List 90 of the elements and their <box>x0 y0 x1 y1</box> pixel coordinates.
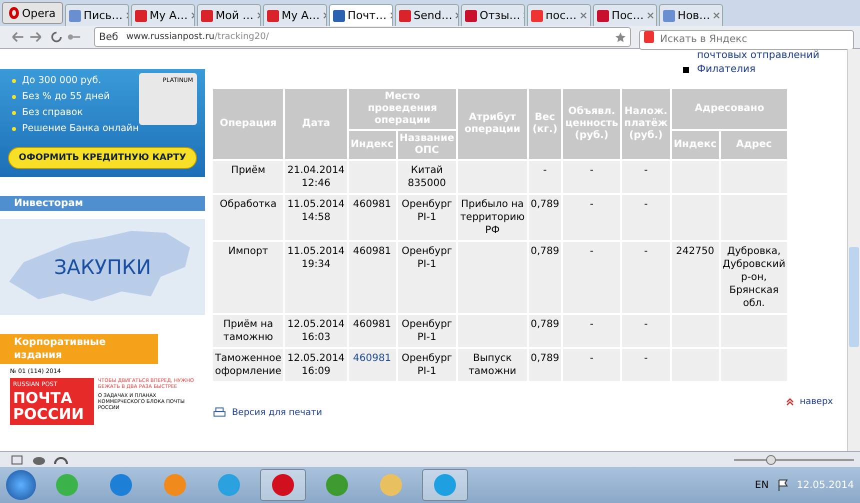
site-icon <box>68 10 81 22</box>
bullet-icon <box>12 111 16 115</box>
table-cell-text: - <box>590 353 594 364</box>
apply-card-button[interactable]: ОФОРМИТЬ КРЕДИТНУЮ КАРТУ <box>8 147 197 169</box>
table-cell-text: Оренбург PI-1 <box>402 246 452 270</box>
opera-logo-icon <box>9 7 19 19</box>
browser-tab[interactable]: Почт… <box>328 4 393 26</box>
browser-tab[interactable]: My A… <box>262 4 327 26</box>
site-icon <box>332 10 345 22</box>
browser-tab[interactable]: Пос… <box>592 4 657 26</box>
banner-bullet: Без справок <box>22 107 83 119</box>
bullet-icon <box>12 79 16 83</box>
table-cell-text: - <box>644 319 648 330</box>
taskbar-app-icon[interactable] <box>422 469 468 501</box>
browser-tab[interactable]: Пись… <box>64 4 129 26</box>
opera-menu-button[interactable]: Opera <box>2 2 63 24</box>
site-icon <box>134 10 147 22</box>
table-cell-text: 460981 <box>353 199 392 210</box>
taskbar-app-icon[interactable] <box>260 469 306 501</box>
table-cell-text: 21.04.2014 12:46 <box>287 165 345 189</box>
search-field[interactable]: Искать в Яндекс <box>639 30 854 50</box>
banner-bullet: Без % до 55 дней <box>22 91 110 103</box>
table-cell-text: - <box>590 246 594 257</box>
table-cell-text: - <box>543 165 547 176</box>
table-cell-text: - <box>590 319 594 330</box>
browser-tab[interactable]: Отзы… <box>460 4 525 26</box>
table-cell-text: 0,789 <box>530 319 560 330</box>
table-cell-text: 460981 <box>353 319 392 330</box>
table-cell-text: Импорт <box>228 246 268 257</box>
table-cell-text: Дубровка, Дубровский р-он, Брянская обл. <box>722 246 786 309</box>
table-cell-text: Прибыло на территорию РФ <box>460 199 525 236</box>
table-cell-text: - <box>644 353 648 364</box>
table-cell-text: - <box>644 246 648 257</box>
flag-icon[interactable] <box>776 479 789 491</box>
nav-link[interactable]: Филателия <box>697 63 756 77</box>
url-text: www.russianpost.ru/tracking20/ <box>126 32 269 42</box>
table-cell-text: 12.05.2014 16:03 <box>287 319 345 343</box>
browser-tab[interactable]: My A… <box>130 4 195 26</box>
banner-bullet: Решение Банка онлайн <box>22 123 139 135</box>
table-cell-text: - <box>644 165 648 176</box>
table-cell-text: Таможенное оформление <box>215 353 282 377</box>
bullet-icon <box>12 127 16 131</box>
table-cell-text: 11.05.2014 19:34 <box>287 246 345 270</box>
browser-tab[interactable]: пос… <box>526 4 591 26</box>
index-link[interactable]: 460981 <box>353 353 392 364</box>
start-button[interactable] <box>6 470 36 500</box>
site-icon <box>530 10 543 22</box>
printer-icon <box>213 407 226 418</box>
table-cell-text: 242750 <box>676 246 714 257</box>
table-cell-text: - <box>590 165 594 176</box>
table-cell-text: 0,789 <box>530 246 560 257</box>
site-icon <box>596 10 609 22</box>
browser-tab[interactable]: Нов… <box>658 4 723 26</box>
table-cell-text: - <box>590 199 594 210</box>
web-label: Веб <box>99 32 118 42</box>
table-cell-text: Приём на таможню <box>223 319 274 343</box>
table-cell-text: Китай 835000 <box>408 165 446 189</box>
bookmark-star-icon[interactable] <box>615 32 626 42</box>
site-icon <box>464 10 477 22</box>
nav-link[interactable]: почтовых отправлений <box>697 49 820 63</box>
table-cell-text: Обработка <box>220 199 277 210</box>
slider-thumb[interactable] <box>766 454 776 464</box>
print-version-link[interactable]: Версия для печати <box>213 407 322 418</box>
table-cell-text: Оренбург PI-1 <box>402 353 452 377</box>
table-cell-text: Оренбург PI-1 <box>402 319 452 343</box>
browser-tab[interactable]: Send… <box>394 4 459 26</box>
table-cell-text: - <box>644 199 648 210</box>
bullet-icon <box>12 95 16 99</box>
yandex-icon <box>644 31 654 43</box>
address-field[interactable]: Веб www.russianpost.ru/tracking20/ <box>94 27 631 47</box>
table-cell-text: 12.05.2014 16:09 <box>287 353 345 377</box>
scrollbar-thumb[interactable] <box>849 247 859 347</box>
site-icon <box>662 10 675 22</box>
table-cell-text: 460981 <box>353 246 392 257</box>
table-cell-text: 0,789 <box>530 199 560 210</box>
banner-bullet: До 300 000 руб. <box>22 75 102 87</box>
table-cell-text: Приём <box>231 165 266 176</box>
double-chevron-up-icon <box>786 398 794 406</box>
language-indicator[interactable]: EN <box>754 480 769 490</box>
back-to-top-link[interactable]: наверх <box>786 397 833 407</box>
table-cell-text: 11.05.2014 14:58 <box>287 199 345 223</box>
site-icon <box>266 10 279 22</box>
browser-tab[interactable]: Мой … <box>196 4 261 26</box>
table-cell-text: Оренбург PI-1 <box>402 199 452 223</box>
procurement-banner[interactable]: ЗАКУПКИ <box>0 219 205 315</box>
scrollbar[interactable] <box>847 49 860 451</box>
site-icon <box>200 10 213 22</box>
table-cell-text: 0,789 <box>530 353 560 364</box>
table-cell-text: Выпуск таможни <box>468 353 516 377</box>
site-icon <box>398 10 411 22</box>
